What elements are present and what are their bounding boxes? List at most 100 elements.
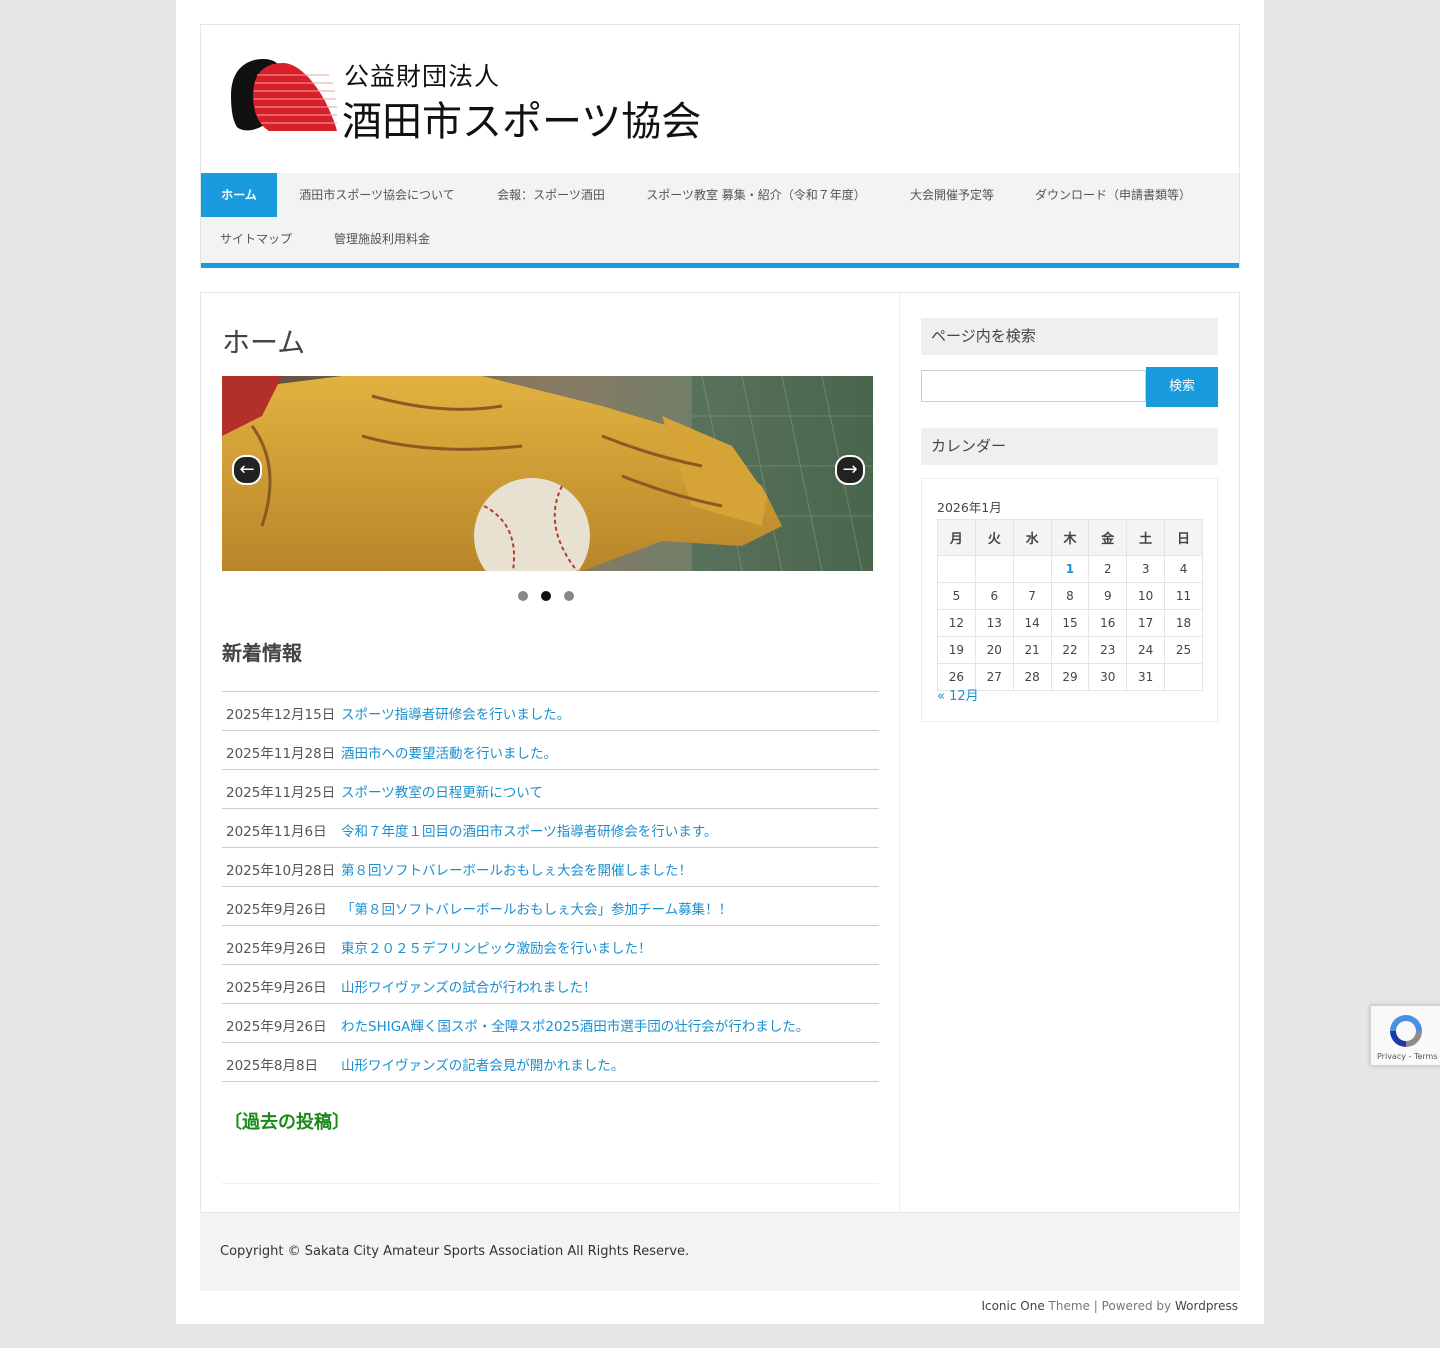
calendar-weekday: 木: [1050, 519, 1090, 556]
news-item: 2025年9月26日 わたSHIGA輝く国スポ・全障スポ2025酒田市選手団の壮行…: [222, 1004, 879, 1043]
slider-dot-2[interactable]: [541, 591, 551, 601]
calendar-day: 14: [1012, 609, 1052, 637]
news-date: 2025年12月15日: [226, 707, 336, 723]
calendar-day: 4: [1164, 555, 1203, 583]
recaptcha-links[interactable]: Privacy - Terms: [1377, 1052, 1438, 1061]
calendar-day: 28: [1012, 663, 1052, 691]
news-item: 2025年8月8日 山形ワイヴァンズの記者会見が開かれました。: [222, 1043, 879, 1082]
calendar-day: 2: [1088, 555, 1128, 583]
calendar-day: 17: [1126, 609, 1166, 637]
calendar-day: 7: [1012, 582, 1052, 610]
calendar-day: 15: [1050, 609, 1090, 637]
nav-item-downloads[interactable]: ダウンロード（申請書類等）: [1023, 173, 1203, 217]
calendar-weekday: 水: [1012, 519, 1052, 556]
recaptcha-logo-icon: [1390, 1015, 1422, 1047]
past-posts-link[interactable]: 〔過去の投稿〕: [224, 1108, 350, 1134]
news-list: 2025年12月15日 スポーツ指導者研修会を行いました。 2025年11月28日…: [222, 691, 879, 1082]
news-date: 2025年8月8日: [226, 1058, 319, 1074]
slide-image-baseball-glove: [222, 376, 873, 571]
nav-item-sitemap[interactable]: サイトマップ: [201, 217, 311, 261]
image-slider[interactable]: ← →: [222, 376, 873, 571]
news-date: 2025年9月26日: [226, 1019, 327, 1035]
calendar-day: 11: [1164, 582, 1203, 610]
nav-item-fees[interactable]: 管理施設利用料金: [317, 217, 447, 261]
news-item: 2025年9月26日 東京２０２５デフリンピック激励会を行いました！: [222, 926, 879, 965]
calendar-day: 23: [1088, 636, 1128, 664]
calendar-day: 27: [974, 663, 1014, 691]
nav-item-about[interactable]: 酒田市スポーツ協会について: [277, 173, 477, 217]
site-header: 公益財団法人 酒田市スポーツ協会 ホーム 酒田市スポーツ協会について 会報：スポ…: [200, 24, 1240, 269]
credit-separator: | Powered by: [1089, 1299, 1175, 1313]
news-link[interactable]: 東京２０２５デフリンピック激励会を行いました！: [341, 937, 652, 957]
calendar-day: 22: [1050, 636, 1090, 664]
calendar-day: 31: [1126, 663, 1166, 691]
page-container: 公益財団法人 酒田市スポーツ協会 ホーム 酒田市スポーツ協会について 会報：スポ…: [176, 0, 1264, 1324]
calendar-weekday: 日: [1164, 519, 1203, 556]
news-link[interactable]: 酒田市への要望活動を行いました。: [341, 742, 557, 762]
calendar-week-row: 19 20 21 22 23 24 25: [937, 636, 1203, 664]
calendar-empty-cell: [1164, 663, 1203, 691]
nav-item-events[interactable]: 大会開催予定等: [891, 173, 1013, 217]
main-area: ホーム ← → 新着情報 2025年12月15日 スポーツ指導者研修会を行いまし…: [200, 292, 1240, 1214]
news-date: 2025年11月28日: [226, 746, 336, 762]
calendar-day: 13: [974, 609, 1014, 637]
news-item: 2025年11月28日 酒田市への要望活動を行いました。: [222, 731, 879, 770]
page-title: ホーム: [222, 326, 306, 359]
calendar-day: 29: [1050, 663, 1090, 691]
news-item: 2025年9月26日 「第８回ソフトバレーボールおもしぇ大会」参加チーム募集！！: [222, 887, 879, 926]
news-item: 2025年10月28日 第８回ソフトバレーボールおもしぇ大会を開催しました！: [222, 848, 879, 887]
recaptcha-badge[interactable]: Privacy - Terms: [1370, 1005, 1440, 1066]
calendar-widget-title: カレンダー: [921, 428, 1218, 465]
nav-item-bulletin[interactable]: 会報：スポーツ酒田: [481, 173, 621, 217]
nav-item-classes[interactable]: スポーツ教室 募集・紹介（令和７年度）: [631, 173, 881, 217]
calendar-day: 10: [1126, 582, 1166, 610]
calendar-weekday: 土: [1126, 519, 1166, 556]
news-link[interactable]: 山形ワイヴァンズの試合が行われました！: [341, 976, 597, 996]
search-button[interactable]: 検索: [1146, 367, 1218, 407]
site-logo[interactable]: 公益財団法人 酒田市スポーツ協会: [229, 55, 739, 145]
calendar-day: 21: [1012, 636, 1052, 664]
sidebar-divider: [899, 293, 900, 1213]
calendar-table: 月火水木金土日 1 2 3 4 5 6 7 8 9 10 11 12 13 14 15 16 17 18 19 20 2…: [937, 519, 1203, 691]
slider-prev-arrow-icon[interactable]: ←: [232, 455, 262, 485]
slider-dot-3[interactable]: [564, 591, 574, 601]
copyright-text: Copyright © Sakata City Amateur Sports A…: [220, 1244, 690, 1259]
calendar-prev-month-link[interactable]: « 12月: [937, 685, 979, 704]
logo-emblem-icon: [231, 59, 337, 131]
calendar-day: 20: [974, 636, 1014, 664]
calendar-day: 8: [1050, 582, 1090, 610]
nav-item-home[interactable]: ホーム: [201, 173, 277, 217]
slider-next-arrow-icon[interactable]: →: [835, 455, 865, 485]
calendar-weekday: 月: [937, 519, 976, 556]
news-item: 2025年12月15日 スポーツ指導者研修会を行いました。: [222, 692, 879, 731]
news-date: 2025年9月26日: [226, 902, 327, 918]
content-divider: [222, 1183, 879, 1184]
news-link[interactable]: スポーツ教室の日程更新について: [341, 781, 543, 801]
calendar-week-row: 1234: [937, 555, 1203, 583]
news-link[interactable]: 第８回ソフトバレーボールおもしぇ大会を開催しました！: [341, 859, 692, 879]
calendar-day: 18: [1164, 609, 1203, 637]
logo-org-type: 公益財団法人: [344, 62, 501, 91]
news-item: 2025年9月26日 山形ワイヴァンズの試合が行われました！: [222, 965, 879, 1004]
calendar-day[interactable]: 1: [1050, 555, 1090, 583]
calendar-day: 24: [1126, 636, 1166, 664]
news-link[interactable]: スポーツ指導者研修会を行いました。: [341, 703, 570, 723]
main-nav: ホーム 酒田市スポーツ協会について 会報：スポーツ酒田 スポーツ教室 募集・紹介…: [201, 173, 1239, 268]
wordpress-credit-link[interactable]: Wordpress: [1175, 1299, 1238, 1313]
calendar-day: 5: [937, 582, 976, 610]
theme-credit-link[interactable]: Iconic One: [981, 1299, 1044, 1313]
slider-dots: [518, 586, 587, 601]
calendar-empty-cell: [1012, 555, 1052, 583]
theme-credit-word: Theme: [1044, 1299, 1090, 1313]
search-widget-title: ページ内を検索: [921, 318, 1218, 355]
calendar-widget: 2026年1月 月火水木金土日 1 2 3 4 5 6 7 8 9 10 11 12 13 14 15 16 1…: [921, 478, 1218, 722]
news-link[interactable]: 令和７年度１回目の酒田市スポーツ指導者研修会を行います。: [341, 820, 717, 840]
news-link[interactable]: わたSHIGA輝く国スポ・全障スポ2025酒田市選手団の壮行会が行わました。: [341, 1015, 809, 1035]
calendar-day: 12: [937, 609, 976, 637]
news-link[interactable]: 「第８回ソフトバレーボールおもしぇ大会」参加チーム募集！！: [341, 898, 732, 918]
search-input[interactable]: [921, 370, 1146, 402]
news-date: 2025年10月28日: [226, 863, 336, 879]
calendar-day: 3: [1126, 555, 1166, 583]
news-link[interactable]: 山形ワイヴァンズの記者会見が開かれました。: [341, 1054, 624, 1074]
slider-dot-1[interactable]: [518, 591, 528, 601]
